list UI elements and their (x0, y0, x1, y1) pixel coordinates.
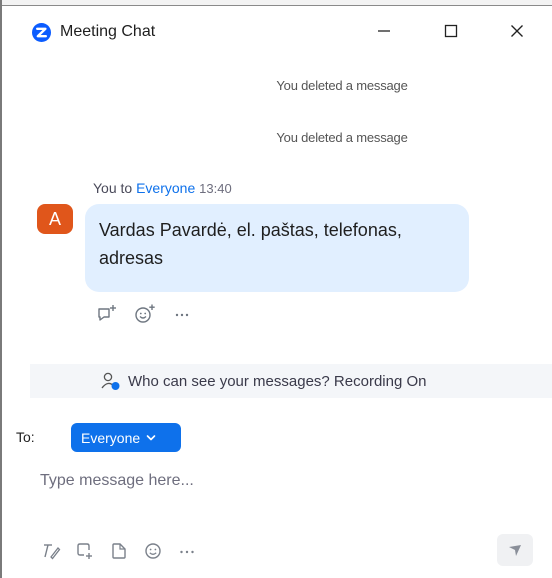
more-icon[interactable] (176, 540, 198, 562)
system-message: You deleted a message (276, 130, 408, 145)
system-message: You deleted a message (276, 78, 408, 93)
privacy-user-icon (100, 370, 122, 392)
sender-label: You to (93, 180, 133, 196)
avatar[interactable]: A (37, 204, 73, 234)
message-actions (95, 302, 195, 326)
message-header: You to Everyone 13:40 (93, 180, 232, 196)
to-label: To: (16, 429, 35, 445)
title-bar[interactable]: Meeting Chat (2, 7, 552, 55)
emoji-icon[interactable] (142, 540, 164, 562)
recipient-link[interactable]: Everyone (136, 180, 195, 196)
maximize-button[interactable] (427, 13, 475, 49)
send-button[interactable] (497, 534, 533, 566)
file-icon[interactable] (108, 540, 130, 562)
format-icon[interactable] (40, 540, 62, 562)
privacy-text: Who can see your messages? Recording On (128, 372, 427, 390)
minimize-icon (378, 30, 390, 32)
minimize-button[interactable] (360, 13, 408, 49)
message-input[interactable] (40, 466, 520, 496)
send-icon (509, 545, 521, 556)
maximize-icon (444, 24, 458, 38)
composer-toolbar (40, 540, 198, 562)
message-bubble[interactable]: Vardas Pavardė, el. paštas, telefonas, a… (85, 204, 469, 292)
recipient-value: Everyone (81, 429, 141, 446)
privacy-notice[interactable]: Who can see your messages? Recording On (30, 364, 552, 398)
window-title: Meeting Chat (60, 23, 156, 40)
window-top-border (0, 0, 552, 6)
more-icon[interactable] (171, 302, 195, 326)
recipient-dropdown[interactable]: Everyone (71, 423, 181, 452)
screenshot-icon[interactable] (74, 540, 96, 562)
zoom-logo-icon (32, 23, 51, 42)
add-reaction-icon[interactable] (133, 302, 157, 326)
chevron-down-icon (146, 430, 156, 446)
message-time: 13:40 (199, 181, 232, 196)
reply-thread-icon[interactable] (95, 302, 119, 326)
close-button[interactable] (493, 13, 541, 49)
close-icon (511, 25, 523, 37)
